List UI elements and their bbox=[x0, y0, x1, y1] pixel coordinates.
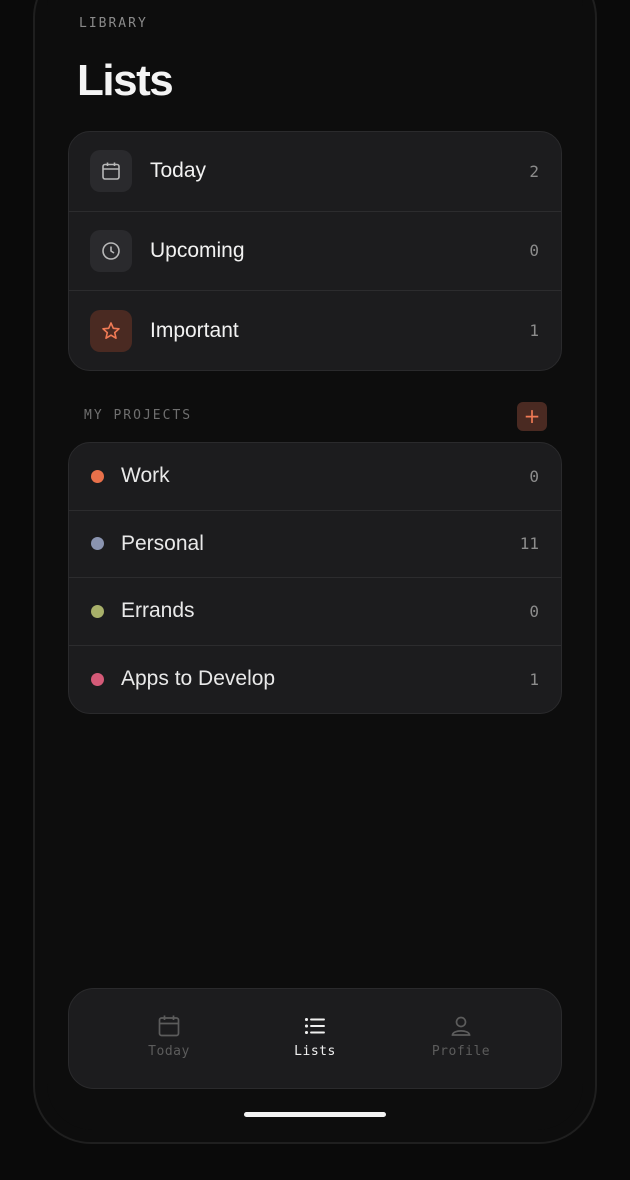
project-color-dot bbox=[91, 604, 104, 618]
smart-list-today[interactable]: Today 2 bbox=[69, 132, 561, 212]
page-title: Lists bbox=[77, 56, 174, 105]
tab-lists[interactable]: Lists bbox=[255, 1013, 375, 1059]
smart-list-label: Upcoming bbox=[150, 238, 245, 262]
calendar-icon bbox=[158, 1015, 180, 1037]
tab-label: Lists bbox=[294, 1044, 336, 1059]
project-color-dot bbox=[91, 469, 104, 483]
tab-label: Today bbox=[148, 1044, 190, 1059]
tab-today[interactable]: Today bbox=[109, 1013, 229, 1059]
section-eyebrow: LIBRARY bbox=[79, 16, 148, 31]
project-label: Work bbox=[121, 464, 170, 488]
smart-list-count: 0 bbox=[529, 241, 539, 261]
smart-lists-card: Today 2 Upcoming 0 Important 1 bbox=[68, 131, 562, 371]
list-icon bbox=[304, 1017, 325, 1035]
smart-list-count: 2 bbox=[529, 161, 539, 181]
projects-card: Work 0 Personal 11 Errands 0 Apps to Dev… bbox=[68, 442, 562, 714]
add-project-button[interactable]: + bbox=[517, 402, 547, 431]
project-color-dot bbox=[91, 672, 104, 686]
smart-list-upcoming[interactable]: Upcoming 0 bbox=[69, 212, 561, 291]
project-count: 0 bbox=[529, 601, 539, 621]
project-label: Apps to Develop bbox=[121, 667, 276, 691]
app-page: LIBRARY Lists Today 2 Upcoming 0 Importa… bbox=[0, 0, 630, 1180]
project-count: 1 bbox=[529, 669, 539, 689]
person-icon bbox=[451, 1016, 471, 1036]
calendar-icon bbox=[90, 150, 132, 193]
project-count: 0 bbox=[529, 466, 539, 486]
project-item-errands[interactable]: Errands 0 bbox=[69, 578, 561, 646]
project-item-work[interactable]: Work 0 bbox=[69, 443, 561, 511]
project-item-apps-to-develop[interactable]: Apps to Develop 1 bbox=[69, 646, 561, 714]
bottom-tab-bar: Today Lists Profile bbox=[68, 988, 562, 1089]
project-item-personal[interactable]: Personal 11 bbox=[69, 511, 561, 578]
star-icon bbox=[90, 309, 132, 352]
project-label: Errands bbox=[121, 599, 195, 623]
smart-list-count: 1 bbox=[529, 321, 539, 341]
home-indicator bbox=[244, 1112, 386, 1117]
clock-icon bbox=[90, 229, 132, 272]
tab-profile[interactable]: Profile bbox=[401, 1013, 521, 1059]
smart-list-label: Important bbox=[150, 318, 239, 342]
smart-list-important[interactable]: Important 1 bbox=[69, 291, 561, 370]
project-count: 11 bbox=[519, 534, 539, 554]
projects-section-header: MY PROJECTS bbox=[84, 408, 193, 423]
project-color-dot bbox=[91, 537, 104, 551]
smart-list-label: Today bbox=[150, 159, 207, 183]
project-label: Personal bbox=[121, 531, 204, 555]
tab-label: Profile bbox=[431, 1044, 491, 1059]
